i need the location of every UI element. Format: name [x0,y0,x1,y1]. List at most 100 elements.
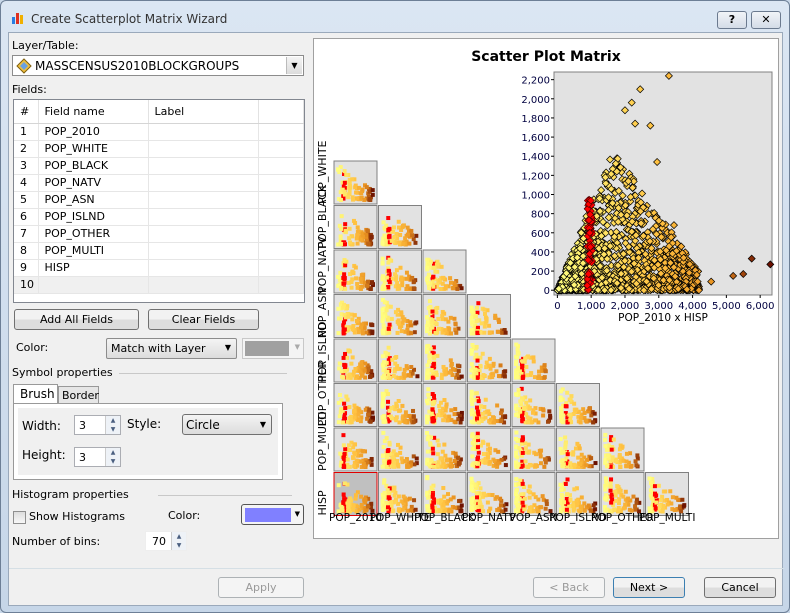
matrix-point [342,401,347,406]
field-row[interactable]: 3 POP_BLACK [14,157,304,175]
apply-button[interactable]: Apply [218,577,304,598]
matrix-point [386,399,391,404]
row-label[interactable] [148,276,259,294]
chevron-down-icon[interactable]: ▼ [286,57,302,74]
next-button[interactable]: Next > [613,577,685,598]
matrix-point [539,505,544,510]
help-button[interactable]: ? [717,11,747,29]
row-field-name[interactable] [38,276,149,294]
row-field-name[interactable]: POP_WHITE [38,140,149,158]
matrix-point [349,361,354,366]
dialog-body: Layer/Table: MASSCENSUS2010BLOCKGROUPS ▼… [8,32,784,606]
row-number[interactable]: 2 [14,140,39,158]
matrix-point [577,446,582,451]
matrix-point [431,361,436,366]
row-label[interactable] [148,259,259,277]
field-row[interactable]: 2 POP_WHITE [14,140,304,158]
matrix-point [475,409,480,414]
tab-border[interactable]: Border [58,386,99,404]
close-button[interactable]: ✕ [751,11,781,29]
clear-fields-button[interactable]: Clear Fields [148,309,259,330]
matrix-point [486,455,491,460]
add-all-fields-button[interactable]: Add All Fields [14,309,139,330]
row-field-name[interactable]: POP_2010 [38,123,149,141]
matrix-point [503,415,508,420]
matrix-point [575,441,580,446]
row-number[interactable]: 9 [14,259,39,277]
matrix-point [663,489,668,494]
matrix-point [534,452,539,457]
matrix-point [425,320,430,325]
layer-select[interactable]: MASSCENSUS2010BLOCKGROUPS ▼ [12,55,304,76]
row-field-name[interactable]: POP_ASN [38,191,149,209]
matrix-point [647,506,652,511]
row-number[interactable]: 3 [14,157,39,175]
matrix-point [382,490,387,495]
row-field-name[interactable]: POP_NATV [38,174,149,192]
matrix-point [389,316,394,321]
matrix-point [433,331,438,336]
show-histograms-label[interactable]: Show Histograms [29,510,125,523]
matrix-point [609,447,614,452]
row-label[interactable] [148,140,259,158]
matrix-point [429,485,434,490]
row-label[interactable] [148,242,259,260]
matrix-point [454,330,459,335]
matrix-point [395,330,400,335]
bins-stepper[interactable]: 70 ▲ ▼ [145,531,187,551]
field-row[interactable]: 7 POP_OTHER [14,225,304,243]
matrix-point [540,494,545,499]
row-field-name[interactable]: POP_OTHER [38,225,149,243]
field-row[interactable]: 4 POP_NATV [14,174,304,192]
matrix-point [431,284,436,289]
matrix-point [523,446,528,451]
row-label[interactable] [148,191,259,209]
back-button[interactable]: < Back [533,577,605,598]
matrix-point [343,406,348,411]
col-label[interactable]: Label [148,100,259,124]
row-label[interactable] [148,157,259,175]
color-mode-select[interactable]: Match with Layer ▼ [106,338,237,359]
matrix-point [456,369,461,374]
row-number[interactable]: 7 [14,225,39,243]
row-number[interactable]: 5 [14,191,39,209]
row-number[interactable]: 4 [14,174,39,192]
matrix-point [395,462,400,467]
row-number[interactable]: 10 [14,276,39,294]
style-select[interactable]: Circle ▼ [182,414,272,435]
field-row[interactable]: 5 POP_ASN [14,191,304,209]
row-field-name[interactable]: POP_BLACK [38,157,149,175]
height-stepper[interactable]: 3 ▲ ▼ [74,447,121,467]
row-number[interactable]: 1 [14,123,39,141]
field-row[interactable]: 1 POP_2010 [14,123,304,141]
matrix-point [514,375,519,380]
fields-grid[interactable]: # Field name Label 1 POP_2010 2 POP_WHITE 3 POP… [13,99,305,303]
col-field-name[interactable]: Field name [38,100,149,124]
tab-brush[interactable]: Brush [13,384,58,404]
matrix-point [443,408,448,413]
matrix-point [384,242,389,247]
show-histograms-checkbox[interactable] [13,511,26,524]
row-field-name[interactable]: POP_ISLND [38,208,149,226]
row-number[interactable]: 8 [14,242,39,260]
row-number[interactable]: 6 [14,208,39,226]
row-field-name[interactable]: HISP [38,259,149,277]
matrix-point [631,494,636,499]
style-value: Circle [186,418,220,432]
col-number[interactable]: # [14,100,39,124]
row-label[interactable] [148,174,259,192]
row-label[interactable] [148,208,259,226]
matrix-point [382,233,387,238]
field-row[interactable]: 8 POP_MULTI [14,242,304,260]
row-label[interactable] [148,225,259,243]
field-row[interactable]: 10 [14,276,304,294]
field-row[interactable]: 6 POP_ISLND [14,208,304,226]
row-field-name[interactable]: POP_MULTI [38,242,149,260]
matrix-point [433,269,438,274]
row-label[interactable] [148,123,259,141]
cancel-button[interactable]: Cancel [704,577,776,598]
matrix-point [571,462,576,467]
width-stepper[interactable]: 3 ▲ ▼ [74,415,121,435]
field-row[interactable]: 9 HISP [14,259,304,277]
histogram-color-picker[interactable]: ▼ [241,504,304,525]
